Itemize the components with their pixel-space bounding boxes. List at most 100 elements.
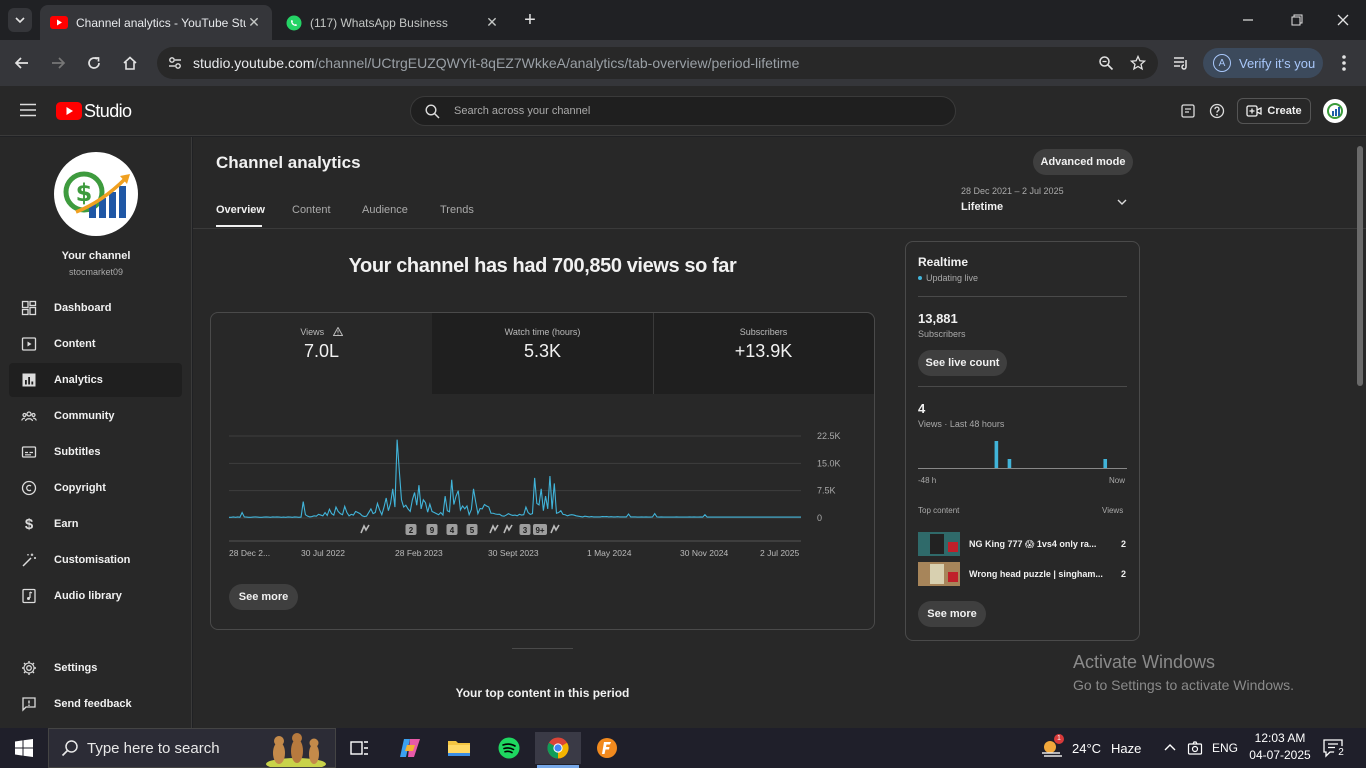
realtime-bar-chart[interactable] xyxy=(918,436,1127,470)
metric-subscribers[interactable]: Subscribers +13.9K xyxy=(653,314,874,394)
hamburger-menu-button[interactable] xyxy=(20,103,36,117)
meet-now-button[interactable] xyxy=(1187,740,1203,756)
metric-views[interactable]: Views 7.0L xyxy=(211,314,432,394)
tab-audience[interactable]: Audience xyxy=(362,204,408,216)
close-window-button[interactable] xyxy=(1335,12,1351,28)
account-avatar[interactable] xyxy=(1323,99,1347,123)
video-publish-marker[interactable] xyxy=(503,524,514,535)
tab-whatsapp[interactable]: (117) WhatsApp Business ✕ xyxy=(276,5,510,40)
sidebar-item-send-feedback[interactable]: Send feedback xyxy=(9,687,182,721)
restore-icon xyxy=(1291,14,1303,26)
chrome-button[interactable] xyxy=(535,732,581,764)
rt-views-bar[interactable] xyxy=(1103,459,1108,468)
see-more-button[interactable]: See more xyxy=(229,584,298,610)
metric-watch-time[interactable]: Watch time (hours) 5.3K xyxy=(432,314,653,394)
reload-button[interactable] xyxy=(81,50,107,76)
video-views: 2 xyxy=(1121,539,1127,549)
create-button[interactable]: Create xyxy=(1237,98,1311,124)
forward-button[interactable] xyxy=(45,50,71,76)
video-publish-marker[interactable] xyxy=(550,524,561,535)
weather-widget[interactable]: 1 24°C Haze xyxy=(1040,733,1150,763)
language-indicator[interactable]: ENG xyxy=(1212,741,1238,755)
cast-media-button[interactable] xyxy=(1172,54,1190,72)
sidebar-item-earn[interactable]: $ Earn xyxy=(9,507,182,541)
restore-button[interactable] xyxy=(1289,12,1305,28)
channel-search-input[interactable]: Search across your channel xyxy=(410,96,956,126)
sidebar-item-analytics[interactable]: Analytics xyxy=(9,363,182,397)
video-publish-marker[interactable]: 4 xyxy=(446,524,458,535)
sidebar-item-audio-library[interactable]: Audio library xyxy=(9,579,182,613)
svg-text:9: 9 xyxy=(430,526,435,535)
channel-handle: stocmarket09 xyxy=(68,267,124,277)
close-tab-icon[interactable]: ✕ xyxy=(484,14,500,31)
video-publish-marker[interactable]: 9+ xyxy=(533,524,547,535)
sidebar-item-community[interactable]: Community xyxy=(9,399,182,433)
sidebar-item-copyright[interactable]: Copyright xyxy=(9,471,182,505)
taskbar-search-input[interactable]: Type here to search xyxy=(48,728,336,768)
channel-avatar[interactable]: $ xyxy=(54,152,138,236)
verify-label: Verify it's you xyxy=(1239,55,1316,71)
fl-studio-button[interactable] xyxy=(589,732,625,764)
minimize-button[interactable] xyxy=(1240,12,1256,28)
advanced-mode-button[interactable]: Advanced mode xyxy=(1033,149,1133,175)
close-tab-icon[interactable]: ✕ xyxy=(246,14,262,31)
tab-trends[interactable]: Trends xyxy=(440,204,474,216)
rt-views-bar[interactable] xyxy=(1007,459,1012,468)
new-tab-button[interactable]: + xyxy=(520,10,540,30)
views-series-line xyxy=(229,439,801,518)
top-content-item[interactable]: NG King 777 😱 1vs4 only ra... 2 xyxy=(918,532,1127,556)
verify-profile-button[interactable]: A Verify it's you xyxy=(1203,48,1323,78)
sidebar-item-label: Send feedback xyxy=(54,698,132,710)
clock[interactable]: 12:03 AM 04-07-2025 xyxy=(1245,731,1315,762)
tab-content[interactable]: Content xyxy=(292,204,331,216)
realtime-see-more-button[interactable]: See more xyxy=(918,601,986,627)
svg-text:2: 2 xyxy=(409,526,414,535)
spotify-button[interactable] xyxy=(491,732,527,764)
notifications-button[interactable]: 2 xyxy=(1322,738,1350,760)
period-selector[interactable]: 28 Dec 2021 – 2 Jul 2025 Lifetime xyxy=(961,186,1133,218)
home-button[interactable] xyxy=(117,50,143,76)
sidebar-item-label: Earn xyxy=(54,518,79,530)
video-publish-marker[interactable]: 2 xyxy=(405,524,417,535)
page-scrollbar[interactable] xyxy=(1357,146,1363,386)
studio-logo[interactable]: Studio xyxy=(56,100,132,122)
tray-overflow-button[interactable] xyxy=(1162,740,1178,756)
tab-overview[interactable]: Overview xyxy=(216,204,265,216)
captions-icon[interactable] xyxy=(1180,103,1196,119)
video-publish-marker[interactable]: 3 xyxy=(519,524,531,535)
zoom-icon[interactable] xyxy=(1098,55,1114,71)
views-line-chart[interactable]: 22.5K 15.0K 7.5K 0 28 Dec 2... 30 Jul 2022 28 … xyxy=(210,420,875,570)
file-explorer-button[interactable] xyxy=(441,732,477,764)
start-button[interactable] xyxy=(6,732,42,764)
sidebar-item-dashboard[interactable]: Dashboard xyxy=(9,291,182,325)
video-publish-marker[interactable] xyxy=(360,524,371,535)
video-publish-marker[interactable]: 9 xyxy=(426,524,438,535)
minimize-icon xyxy=(1243,19,1253,21)
metric-label: Subscribers xyxy=(739,327,788,337)
x-tick-label: 30 Jul 2022 xyxy=(301,548,345,558)
sidebar-item-customisation[interactable]: Customisation xyxy=(9,543,182,577)
camera-icon xyxy=(1187,741,1203,755)
copilot-button[interactable] xyxy=(392,732,428,764)
x-tick-label: 30 Nov 2024 xyxy=(680,548,728,558)
sidebar-item-content[interactable]: Content xyxy=(9,327,182,361)
tab-search-button[interactable] xyxy=(8,8,32,32)
video-publish-marker[interactable] xyxy=(489,524,500,535)
bookmark-star-icon[interactable] xyxy=(1130,55,1146,71)
tab-title: (117) WhatsApp Business xyxy=(310,15,448,30)
sidebar-item-settings[interactable]: Settings xyxy=(9,651,182,685)
activate-windows-subtitle: Go to Settings to activate Windows. xyxy=(1073,677,1294,693)
sidebar-item-subtitles[interactable]: Subtitles xyxy=(9,435,182,469)
menu-button[interactable] xyxy=(1336,53,1352,73)
video-publish-marker[interactable]: 5 xyxy=(466,524,478,535)
back-button[interactable] xyxy=(9,50,35,76)
rt-views-bar[interactable] xyxy=(994,441,999,468)
realtime-views-value: 4 xyxy=(918,401,926,416)
task-view-button[interactable] xyxy=(342,732,378,764)
help-icon[interactable] xyxy=(1209,103,1225,119)
tab-youtube-studio[interactable]: Channel analytics - YouTube Stu ✕ xyxy=(40,5,272,40)
url-host: studio.youtube.com xyxy=(193,55,315,71)
top-content-item[interactable]: Wrong head puzzle | singham... 2 xyxy=(918,562,1127,586)
see-live-count-button[interactable]: See live count xyxy=(918,350,1007,376)
address-bar[interactable]: studio.youtube.com/channel/UCtrgEUZQWYit… xyxy=(157,47,1158,79)
